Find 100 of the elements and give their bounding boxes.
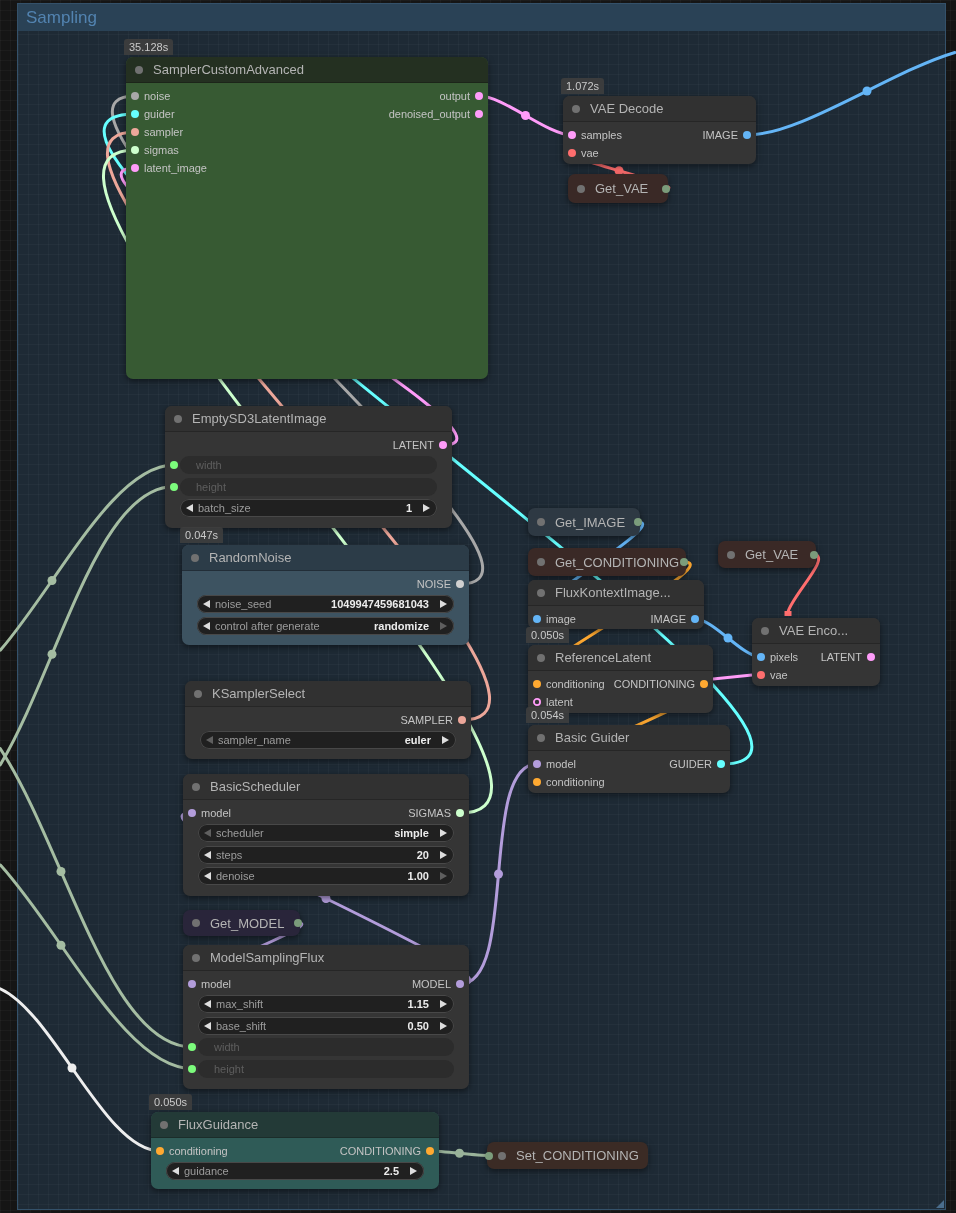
value-stepper[interactable]: guidance 2.5 <box>166 1162 424 1180</box>
socket-dot-icon[interactable] <box>131 92 139 100</box>
link-center-dot-icon[interactable] <box>56 940 66 950</box>
right-arrow-icon[interactable] <box>410 1167 417 1175</box>
collapse-dot-icon[interactable] <box>537 653 545 662</box>
socket-dot-icon[interactable] <box>485 1151 493 1160</box>
socket-dot-icon[interactable] <box>691 615 699 623</box>
value-stepper[interactable]: denoise 1.00 <box>198 867 454 885</box>
right-arrow-icon[interactable] <box>440 829 447 837</box>
socket-dot-icon[interactable] <box>131 146 139 154</box>
left-arrow-icon[interactable] <box>172 1167 179 1175</box>
collapse-dot-icon[interactable] <box>135 65 143 74</box>
link-center-dot-icon[interactable] <box>494 869 503 879</box>
collapse-dot-icon[interactable] <box>537 558 545 566</box>
collapse-dot-icon[interactable] <box>537 518 545 526</box>
left-arrow-icon[interactable] <box>203 621 210 630</box>
collapse-dot-icon[interactable] <box>174 414 182 423</box>
socket-dot-icon[interactable] <box>131 128 139 136</box>
collapse-dot-icon[interactable] <box>572 104 580 113</box>
left-arrow-icon[interactable] <box>186 504 193 512</box>
socket-dot-icon[interactable] <box>188 809 196 817</box>
socket-dot-icon[interactable] <box>475 92 483 100</box>
socket-dot-icon[interactable] <box>533 778 541 786</box>
node-title: BasicScheduler <box>210 779 301 794</box>
link-center-dot-icon[interactable] <box>723 633 733 643</box>
socket-dot-icon[interactable] <box>170 482 178 491</box>
left-arrow-icon[interactable] <box>204 850 211 859</box>
link-center-dot-icon[interactable] <box>47 576 57 585</box>
value-stepper[interactable]: batch_size 1 <box>180 499 437 517</box>
socket-dot-icon[interactable] <box>456 580 464 588</box>
socket-dot-icon[interactable] <box>662 184 670 193</box>
node-title: Get_VAE <box>745 547 799 562</box>
value-stepper[interactable]: control after generate randomize <box>197 616 454 635</box>
socket-dot-icon[interactable] <box>170 461 178 469</box>
execution-time: 35.128s <box>124 39 174 55</box>
socket-dot-icon[interactable] <box>533 698 541 706</box>
collapse-dot-icon[interactable] <box>191 553 199 562</box>
socket-dot-icon[interactable] <box>680 558 688 566</box>
left-arrow-icon[interactable] <box>204 872 211 880</box>
right-arrow-icon[interactable] <box>440 1000 447 1008</box>
socket-dot-icon[interactable] <box>188 1064 196 1073</box>
collapse-dot-icon[interactable] <box>192 782 200 791</box>
socket-dot-icon[interactable] <box>634 518 642 526</box>
value-stepper[interactable]: sampler_name euler <box>200 731 456 749</box>
right-arrow-icon[interactable] <box>440 850 447 859</box>
socket-dot-icon[interactable] <box>533 760 541 768</box>
socket-dot-icon[interactable] <box>717 760 725 768</box>
socket-dot-icon[interactable] <box>294 919 302 927</box>
socket-dot-icon[interactable] <box>743 131 751 139</box>
socket-dot-icon[interactable] <box>188 1043 196 1051</box>
right-arrow-icon[interactable] <box>423 504 430 512</box>
value-stepper[interactable]: noise_seed 1049947459681043 <box>197 595 454 613</box>
collapse-dot-icon[interactable] <box>727 550 735 559</box>
link-center-dot-icon[interactable] <box>455 1148 464 1158</box>
link-center-dot-icon[interactable] <box>47 649 57 659</box>
socket-dot-icon[interactable] <box>568 131 576 139</box>
resize-handle-icon[interactable] <box>936 1200 944 1208</box>
socket-dot-icon[interactable] <box>533 615 541 623</box>
left-arrow-icon[interactable] <box>204 1021 211 1030</box>
value-stepper[interactable]: max_shift 1.15 <box>198 995 454 1013</box>
socket-dot-icon[interactable] <box>131 164 139 172</box>
socket-dot-icon[interactable] <box>757 671 765 679</box>
collapse-dot-icon[interactable] <box>537 588 545 597</box>
socket-dot-icon[interactable] <box>156 1147 164 1155</box>
collapse-dot-icon[interactable] <box>577 184 585 193</box>
socket-dot-icon[interactable] <box>533 680 541 688</box>
value-stepper[interactable]: steps 20 <box>198 845 454 864</box>
output-label: IMAGE <box>650 613 686 625</box>
socket-dot-icon[interactable] <box>475 110 483 118</box>
collapse-dot-icon[interactable] <box>160 1120 168 1129</box>
socket-dot-icon[interactable] <box>810 550 818 559</box>
collapse-dot-icon[interactable] <box>192 953 200 962</box>
socket-dot-icon[interactable] <box>188 980 196 988</box>
right-arrow-icon[interactable] <box>442 736 449 744</box>
collapse-dot-icon[interactable] <box>498 1151 506 1160</box>
link-center-dot-icon[interactable] <box>67 1063 77 1073</box>
collapse-dot-icon[interactable] <box>192 919 200 927</box>
socket-dot-icon[interactable] <box>456 809 464 817</box>
left-arrow-icon[interactable] <box>204 1000 211 1008</box>
left-arrow-icon[interactable] <box>203 600 210 608</box>
value-stepper[interactable]: scheduler simple <box>198 824 454 842</box>
socket-dot-icon[interactable] <box>439 441 447 449</box>
socket-dot-icon[interactable] <box>867 653 875 661</box>
right-arrow-icon[interactable] <box>440 1021 447 1030</box>
collapse-dot-icon[interactable] <box>537 733 545 742</box>
node-title: Basic Guider <box>555 730 630 745</box>
right-arrow-icon[interactable] <box>440 600 447 608</box>
collapse-dot-icon[interactable] <box>761 626 769 635</box>
socket-dot-icon[interactable] <box>456 980 464 988</box>
collapse-dot-icon[interactable] <box>194 689 202 698</box>
value-stepper[interactable]: base_shift 0.50 <box>198 1016 454 1035</box>
socket-dot-icon[interactable] <box>757 653 765 661</box>
socket-dot-icon[interactable] <box>458 716 466 724</box>
socket-dot-icon[interactable] <box>568 149 576 157</box>
socket-dot-icon[interactable] <box>131 110 139 118</box>
link-center-dot-icon[interactable] <box>521 111 530 120</box>
link-center-dot-icon[interactable] <box>56 867 66 876</box>
socket-dot-icon[interactable] <box>700 680 708 688</box>
link-center-dot-icon[interactable] <box>862 86 872 96</box>
socket-dot-icon[interactable] <box>426 1147 434 1155</box>
